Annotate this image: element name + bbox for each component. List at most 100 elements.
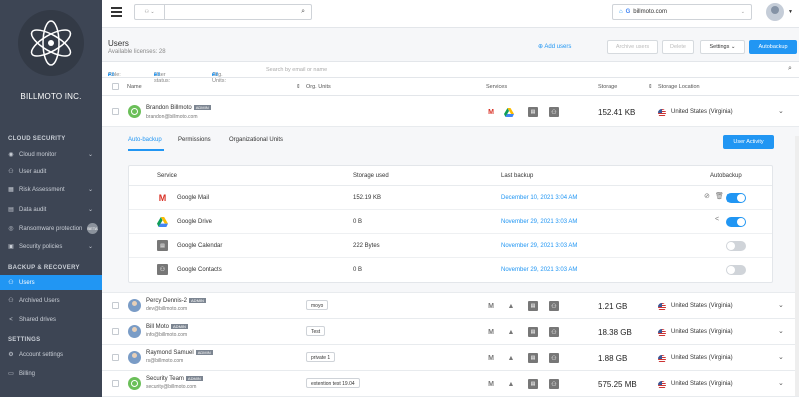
autobackup-button[interactable]: Autobackup — [749, 40, 797, 54]
section-backup-recovery: BACKUP & RECOVERY — [8, 265, 80, 271]
google-drive-icon[interactable] — [504, 107, 514, 117]
disable-icon[interactable]: ⊘ — [704, 192, 710, 200]
add-users-button[interactable]: ⊕ Add users — [538, 43, 571, 50]
avatar — [128, 325, 141, 338]
gmail-icon[interactable]: M — [486, 107, 496, 117]
column-org-units[interactable]: Org. Units — [306, 84, 331, 90]
us-flag-icon — [658, 355, 666, 363]
last-backup-link[interactable]: November 29, 2021 3:03 AM — [501, 267, 577, 273]
expand-chevron-icon[interactable]: ⌄ — [778, 301, 784, 309]
trash-icon[interactable]: 🗑 — [715, 192, 724, 200]
google-contacts-icon[interactable]: ⚇ — [549, 353, 559, 363]
tab-permissions[interactable]: Permissions — [178, 137, 211, 143]
table-row[interactable]: Percy Dennis-2 ADMIN dev@billmoto.com moy… — [102, 293, 799, 319]
select-all-checkbox[interactable] — [112, 83, 119, 90]
card-icon: ▭ — [8, 371, 14, 377]
row-checkbox[interactable] — [112, 108, 119, 115]
share-icon[interactable]: < — [715, 216, 719, 223]
tab-organizational-units[interactable]: Organizational Units — [229, 137, 283, 143]
expand-chevron-icon[interactable]: ⌄ — [778, 379, 784, 387]
table-row[interactable]: Security Team ADMIN security@billmoto.com… — [102, 371, 799, 397]
chevron-down-icon: ⌄ — [87, 244, 93, 250]
google-calendar-icon[interactable]: ▤ — [528, 327, 538, 337]
row-checkbox[interactable] — [112, 380, 119, 387]
caret-down-icon[interactable]: ▼ — [788, 9, 793, 15]
collapse-chevron-icon[interactable]: ⌄ — [778, 107, 784, 115]
table-search-input[interactable]: Search by email or name — [266, 67, 327, 73]
tab-auto-backup[interactable]: Auto-backup — [128, 137, 162, 143]
sidebar-item-cloud-monitor[interactable]: ◉ Cloud monitor ⌄ — [0, 147, 102, 162]
column-storage-location[interactable]: Storage Location — [658, 84, 700, 90]
autobackup-toggle[interactable] — [726, 241, 746, 251]
sort-icon[interactable]: ⇕ — [296, 84, 301, 90]
sidebar-item-risk-assessment[interactable]: ▦ Risk Assessment ⌄ — [0, 182, 102, 197]
chevron-down-icon: ⌄ — [740, 9, 745, 15]
sidebar-item-shared-drives[interactable]: < Shared drives — [0, 312, 102, 327]
sidebar-item-billing[interactable]: ▭ Billing — [0, 366, 102, 381]
google-contacts-icon[interactable]: ⚇ — [549, 327, 559, 337]
autobackup-toggle[interactable] — [726, 217, 746, 227]
last-backup-link[interactable]: December 10, 2021 3:04 AM — [501, 195, 577, 201]
table-row[interactable]: Brandon Billmoto ADMIN brandon@billmoto.c… — [102, 97, 799, 127]
services-table-header: Service Storage used Last backup Autobac… — [129, 166, 772, 186]
google-contacts-icon[interactable]: ⚇ — [549, 301, 559, 311]
sort-icon[interactable]: ⇕ — [648, 84, 653, 90]
storage-value: 575.25 MB — [598, 380, 637, 389]
google-calendar-icon[interactable]: ▤ — [528, 301, 538, 311]
expand-chevron-icon[interactable]: ⌄ — [778, 327, 784, 335]
sidebar-item-data-audit[interactable]: ▤ Data audit ⌄ — [0, 202, 102, 217]
storage-location: United States (Virginia) — [671, 329, 733, 335]
row-checkbox[interactable] — [112, 328, 119, 335]
scrollbar[interactable] — [795, 136, 799, 396]
last-backup-link[interactable]: November 29, 2021 3:03 AM — [501, 243, 577, 249]
sidebar-item-users[interactable]: ⚇ Users — [0, 275, 102, 290]
storage-location: United States (Virginia) — [671, 381, 733, 387]
sidebar-item-account-settings[interactable]: ⚙ Account settings — [0, 347, 102, 362]
gmail-icon[interactable]: M — [486, 327, 496, 337]
last-backup-link[interactable]: November 29, 2021 3:03 AM — [501, 219, 577, 225]
google-calendar-icon[interactable]: ▤ — [528, 379, 538, 389]
archive-users-button[interactable]: Archive users — [607, 40, 658, 54]
search-icon[interactable]: ⌕ — [301, 8, 305, 16]
global-search[interactable]: ⚇ ⌄ ⌕ — [134, 4, 312, 20]
row-checkbox[interactable] — [112, 354, 119, 361]
google-drive-icon — [157, 216, 168, 227]
google-drive-icon[interactable]: ▲ — [506, 301, 516, 311]
chevron-down-icon: ⌄ — [87, 152, 93, 158]
domain-selector[interactable]: ⌂ G billmoto.com ⌄ — [612, 4, 752, 20]
sidebar-item-archived-users[interactable]: ⚇ Archived Users — [0, 293, 102, 308]
google-drive-icon[interactable]: ▲ — [506, 327, 516, 337]
google-calendar-icon[interactable]: ▤ — [528, 107, 538, 117]
search-filter-dropdown[interactable]: ⚇ ⌄ — [135, 5, 165, 19]
search-icon[interactable]: ⌕ — [788, 65, 792, 73]
table-row[interactable]: Raymond Samuel ADMIN rs@billmoto.com priv… — [102, 345, 799, 371]
settings-button[interactable]: Settings ⌄ — [700, 40, 745, 54]
gmail-icon[interactable]: M — [486, 379, 496, 389]
delete-button[interactable]: Delete — [662, 40, 694, 54]
google-contacts-icon: ⚇ — [157, 264, 168, 275]
sidebar-item-user-audit[interactable]: ⚇ User audit — [0, 164, 102, 179]
admin-badge: ADMIN — [189, 298, 206, 303]
google-drive-icon[interactable]: ▲ — [506, 353, 516, 363]
column-name[interactable]: Name — [127, 84, 142, 90]
autobackup-toggle[interactable] — [726, 265, 746, 275]
filter-row: Role: All ▸ User status: All ▸ Org. Unit… — [102, 62, 799, 84]
services-table: Service Storage used Last backup Autobac… — [128, 165, 773, 283]
google-drive-icon[interactable]: ▲ — [506, 379, 516, 389]
google-contacts-icon[interactable]: ⚇ — [549, 379, 559, 389]
sidebar-item-ransomware[interactable]: ◎ Ransomware protection BETA — [0, 221, 102, 236]
hamburger-menu-icon[interactable] — [111, 7, 122, 17]
row-checkbox[interactable] — [112, 302, 119, 309]
user-activity-button[interactable]: User Activity — [723, 135, 774, 149]
autobackup-toggle[interactable] — [726, 193, 746, 203]
org-unit-chip: Test — [306, 326, 326, 336]
column-storage[interactable]: Storage — [598, 84, 617, 90]
gmail-icon[interactable]: M — [486, 353, 496, 363]
gmail-icon[interactable]: M — [486, 301, 496, 311]
sidebar-item-security-policies[interactable]: ▣ Security policies ⌄ — [0, 239, 102, 254]
profile-avatar[interactable] — [766, 3, 784, 21]
google-calendar-icon[interactable]: ▤ — [528, 353, 538, 363]
google-contacts-icon[interactable]: ⚇ — [549, 107, 559, 117]
table-row[interactable]: Bill Moto ADMIN info@billmoto.com Test M … — [102, 319, 799, 345]
expand-chevron-icon[interactable]: ⌄ — [778, 353, 784, 361]
